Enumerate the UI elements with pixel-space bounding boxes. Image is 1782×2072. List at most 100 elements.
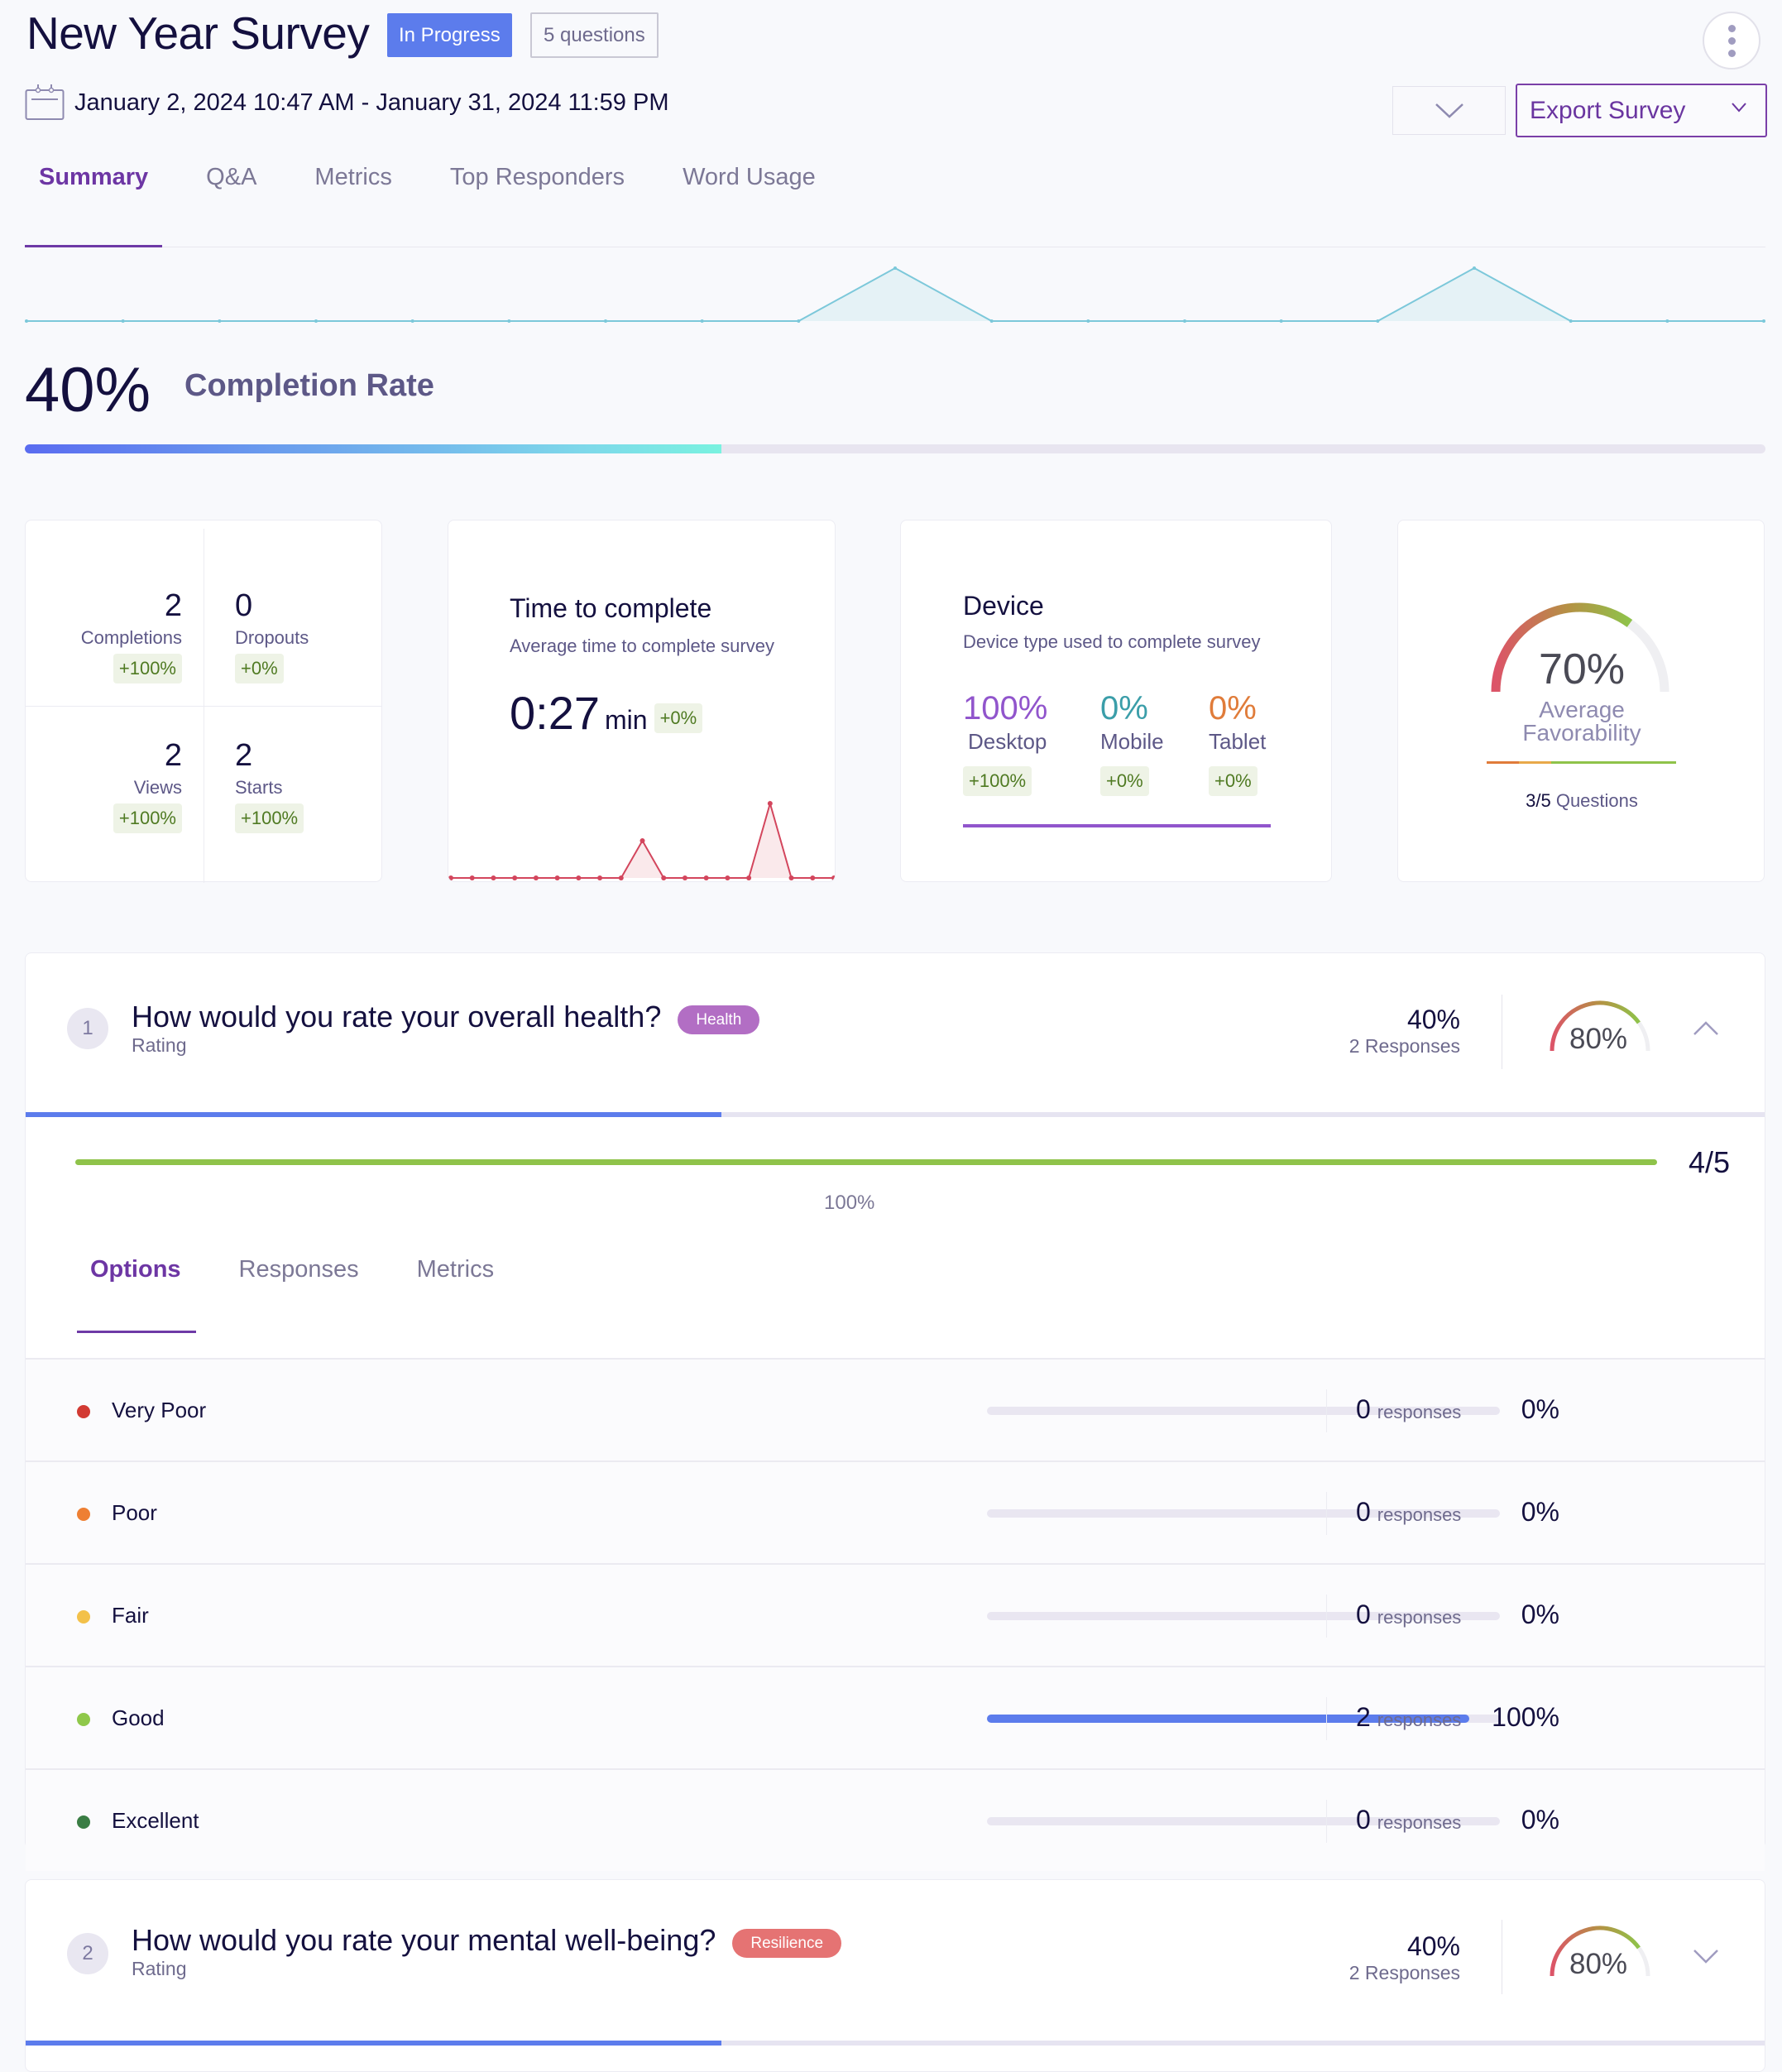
sparkline-point	[314, 319, 318, 323]
stat-value: 2	[235, 738, 253, 773]
subtab-metrics[interactable]: Metrics	[417, 1256, 494, 1283]
question-gauge-value: 80%	[1569, 1948, 1628, 1980]
survey-title: New Year Survey	[26, 7, 370, 59]
sparkline-point	[788, 875, 794, 880]
question-response-progress-fill	[26, 2041, 721, 2046]
favorability-label-line1: Average	[1539, 697, 1625, 722]
favorability-label-line2: Favorability	[1522, 720, 1641, 746]
option-count-value: 0	[1356, 1394, 1371, 1424]
sparkline-point	[1473, 266, 1476, 270]
delta-badge: +0%	[1100, 766, 1149, 796]
tab-word-usage[interactable]: Word Usage	[683, 164, 816, 191]
delta-badge: +0%	[1209, 766, 1257, 796]
tab-top-responders[interactable]: Top Responders	[450, 164, 625, 191]
option-label: Excellent	[112, 1808, 199, 1833]
tab-metrics[interactable]: Metrics	[314, 164, 391, 191]
question-number: 2	[67, 1933, 108, 1974]
chevron-up-icon[interactable]	[1693, 1019, 1719, 1036]
kebab-menu-icon	[1727, 24, 1736, 32]
option-label: Good	[112, 1705, 165, 1730]
stat-value: 0	[235, 588, 253, 623]
questions-fraction: 3/5	[1526, 790, 1551, 811]
device-tablet: 0% Tablet +0%	[1209, 690, 1266, 796]
completion-rate-value: 40%	[25, 355, 151, 425]
sparkline-point	[1279, 319, 1283, 323]
stat-label: Completions	[80, 627, 182, 648]
divider	[1326, 1492, 1327, 1535]
stat-dropouts: 0 Dropouts +0%	[235, 588, 309, 683]
responses-count: 2 Responses	[1348, 1962, 1460, 1983]
option-count-label: responses	[1377, 1710, 1462, 1730]
tab-qa[interactable]: Q&A	[206, 164, 256, 191]
card-title: Device	[963, 591, 1044, 621]
question-card-1: 1 How would you rate your overall health…	[25, 952, 1765, 1871]
sparkline-point	[1569, 319, 1573, 323]
filter-dropdown[interactable]	[1392, 86, 1506, 135]
distribution-percent: 100%	[824, 1192, 875, 1214]
completion-progress-fill	[25, 444, 721, 453]
sparkline-point	[797, 319, 801, 323]
option-count-label: responses	[1377, 1402, 1462, 1422]
sparkline-point	[1376, 319, 1380, 323]
sparkline-point	[121, 319, 125, 323]
date-range: January 2, 2024 10:47 AM - January 31, 2…	[74, 89, 669, 116]
sparkline-point	[725, 875, 731, 880]
option-count: 2 responses	[1356, 1702, 1461, 1733]
sparkline-point	[1762, 319, 1765, 323]
sparkline-point	[491, 875, 496, 880]
export-survey-button[interactable]: Export Survey	[1516, 84, 1767, 137]
responses-count: 2 Responses	[1348, 1035, 1460, 1057]
more-options-button[interactable]	[1703, 12, 1760, 70]
option-percent: 0%	[1521, 1394, 1559, 1424]
sparkline-point	[576, 875, 582, 880]
option-count-value: 0	[1356, 1805, 1371, 1835]
sparkline-point	[597, 875, 603, 880]
score-distribution-bar	[75, 1159, 1657, 1165]
divider	[1326, 1697, 1327, 1740]
sparkline-point	[831, 875, 835, 880]
subtab-responses[interactable]: Responses	[239, 1256, 359, 1283]
stat-label: Starts	[235, 777, 283, 798]
option-percent: 0%	[1521, 1497, 1559, 1527]
device-label: Mobile	[1100, 729, 1164, 754]
sparkline-point	[448, 875, 453, 880]
option-color-dot	[77, 1610, 90, 1624]
question-response-progress-fill	[26, 1112, 721, 1117]
sparkline-point	[1665, 319, 1669, 323]
stat-value: 2	[164, 738, 182, 773]
option-count-label: responses	[1377, 1504, 1462, 1525]
export-survey-label: Export Survey	[1530, 96, 1686, 124]
stat-label: Dropouts	[235, 627, 309, 648]
subtab-options[interactable]: Options	[90, 1256, 181, 1283]
delta-badge: +100%	[113, 654, 182, 683]
card-title: Time to complete	[510, 593, 712, 623]
question-type: Rating	[132, 1034, 187, 1056]
active-tab-indicator	[25, 245, 162, 247]
sparkline-point	[604, 319, 607, 323]
question-response-progress	[26, 1112, 1765, 1117]
sparkline-point	[507, 319, 511, 323]
question-title: How would you rate your mental well-bein…	[132, 1922, 716, 1957]
delta-badge: +100%	[235, 803, 304, 833]
option-count: 0 responses	[1356, 1805, 1461, 1835]
card-subtitle: Average time to complete survey	[510, 636, 774, 656]
question-subtabs: Options Responses Metrics	[90, 1256, 552, 1283]
delta-badge: +0%	[654, 703, 703, 733]
stat-completions: 2 Completions +100%	[81, 588, 182, 683]
stat-label: Views	[133, 777, 182, 798]
sparkline-point	[533, 875, 539, 880]
question-title: How would you rate your overall health?	[132, 999, 662, 1034]
option-row: Good 100% 2 responses	[26, 1666, 1765, 1768]
sparkline-point	[1086, 319, 1090, 323]
sparkline-area	[26, 268, 1764, 321]
sparkline-point	[640, 838, 645, 843]
stat-value: 2	[164, 588, 182, 623]
time-value: 0:27	[510, 687, 600, 739]
active-subtab-indicator	[77, 1331, 196, 1333]
chevron-down-icon	[1435, 103, 1463, 118]
option-percent: 100%	[1492, 1702, 1559, 1732]
tab-summary[interactable]: Summary	[39, 164, 148, 191]
stats-card: 2 Completions +100% 0 Dropouts +0% 2 Vie…	[25, 520, 382, 883]
response-rate: 40%	[1406, 1005, 1460, 1034]
chevron-down-icon[interactable]	[1693, 1948, 1719, 1964]
